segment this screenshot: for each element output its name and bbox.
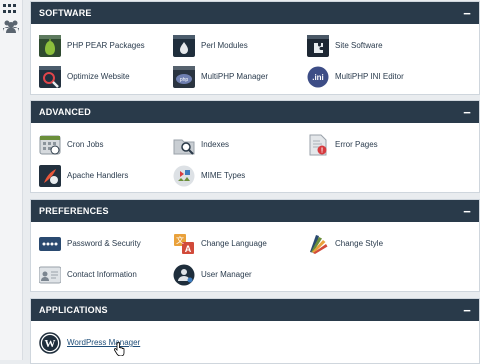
svg-text:.ini: .ini <box>312 73 324 82</box>
item-multiphp-ini-editor[interactable]: .ini MultiPHP INI Editor <box>307 61 439 92</box>
main-content: SOFTWARE − PHP PEAR Packages Perl Module… <box>30 0 480 364</box>
item-password-security[interactable]: Password & Security <box>39 228 171 259</box>
item-label: Change Language <box>201 239 267 248</box>
item-label: Password & Security <box>67 239 141 248</box>
section-header[interactable]: PREFERENCES − <box>31 200 479 222</box>
svg-text:A: A <box>185 244 192 254</box>
item-label: MIME Types <box>201 171 246 180</box>
contact-information-icon <box>39 266 61 283</box>
wordpress-icon: W <box>39 331 61 354</box>
collapse-button[interactable]: − <box>463 304 471 317</box>
item-user-manager[interactable]: User Manager <box>173 259 305 290</box>
section-header[interactable]: ADVANCED − <box>31 101 479 123</box>
change-style-icon <box>310 234 328 254</box>
item-cron-jobs[interactable]: Cron Jobs <box>39 129 171 160</box>
item-label: User Manager <box>201 270 252 279</box>
item-change-style[interactable]: Change Style <box>307 228 439 259</box>
mime-types-icon <box>173 165 195 186</box>
item-site-software[interactable]: Site Software <box>307 30 439 61</box>
section-advanced: ADVANCED − Cron Jobs Indexes ! Error Pag… <box>30 100 480 193</box>
error-pages-icon: ! <box>309 134 327 155</box>
section-header[interactable]: APPLICATIONS − <box>31 299 479 321</box>
apache-handlers-icon <box>39 164 61 187</box>
item-contact-information[interactable]: Contact Information <box>39 259 171 290</box>
section-title: SOFTWARE <box>39 8 92 18</box>
item-change-language[interactable]: 文 A Change Language <box>173 228 305 259</box>
svg-text:php: php <box>180 77 189 83</box>
section-title: APPLICATIONS <box>39 305 108 315</box>
section-applications: APPLICATIONS − W WordPress Manager <box>30 298 480 364</box>
item-label: Change Style <box>335 239 384 248</box>
item-indexes[interactable]: Indexes <box>173 129 305 160</box>
section-header[interactable]: SOFTWARE − <box>31 2 479 24</box>
item-label: Error Pages <box>335 140 378 149</box>
cron-jobs-icon <box>39 135 61 154</box>
perl-modules-icon <box>173 34 195 57</box>
item-label: Contact Information <box>67 270 137 279</box>
item-mime-types[interactable]: MIME Types <box>173 160 305 191</box>
item-multiphp-manager[interactable]: php MultiPHP Manager <box>173 61 305 92</box>
multiphp-ini-icon: .ini <box>307 66 329 87</box>
optimize-website-icon <box>39 65 61 88</box>
item-perl-modules[interactable]: Perl Modules <box>173 30 305 61</box>
item-php-pear-packages[interactable]: PHP PEAR Packages <box>39 30 171 61</box>
item-label: Apache Handlers <box>67 171 129 180</box>
hand-cursor-icon <box>114 342 125 356</box>
indexes-icon <box>173 139 195 155</box>
change-language-icon: 文 A <box>174 233 194 254</box>
multiphp-manager-icon: php <box>173 65 195 88</box>
item-label: MultiPHP INI Editor <box>335 72 404 81</box>
item-label: PHP PEAR Packages <box>67 41 145 50</box>
item-label: Cron Jobs <box>67 140 104 149</box>
collapse-button[interactable]: − <box>463 7 471 20</box>
php-pear-icon <box>39 34 61 57</box>
item-wordpress-manager[interactable]: W WordPress Manager <box>39 327 171 358</box>
item-label: Indexes <box>201 140 230 149</box>
svg-text:文: 文 <box>176 235 184 245</box>
collapse-button[interactable]: − <box>463 205 471 218</box>
section-title: PREFERENCES <box>39 206 109 216</box>
section-title: ADVANCED <box>39 107 91 117</box>
svg-text:!: ! <box>321 147 323 154</box>
left-rail <box>0 0 23 360</box>
item-label: Optimize Website <box>67 72 130 81</box>
item-optimize-website[interactable]: Optimize Website <box>39 61 171 92</box>
section-preferences: PREFERENCES − Password & Security 文 A Ch… <box>30 199 480 292</box>
item-label: WordPress Manager <box>67 338 141 347</box>
item-label: Site Software <box>335 41 383 50</box>
collapse-button[interactable]: − <box>463 106 471 119</box>
site-software-icon <box>307 34 329 57</box>
item-label: MultiPHP Manager <box>201 72 268 81</box>
user-manager-icon <box>173 264 195 285</box>
svg-text:W: W <box>45 338 56 350</box>
section-software: SOFTWARE − PHP PEAR Packages Perl Module… <box>30 1 480 95</box>
item-error-pages[interactable]: ! Error Pages <box>307 129 439 160</box>
item-label: Perl Modules <box>201 41 248 50</box>
item-apache-handlers[interactable]: Apache Handlers <box>39 160 171 191</box>
users-icon[interactable] <box>2 18 20 39</box>
password-security-icon <box>39 236 61 251</box>
